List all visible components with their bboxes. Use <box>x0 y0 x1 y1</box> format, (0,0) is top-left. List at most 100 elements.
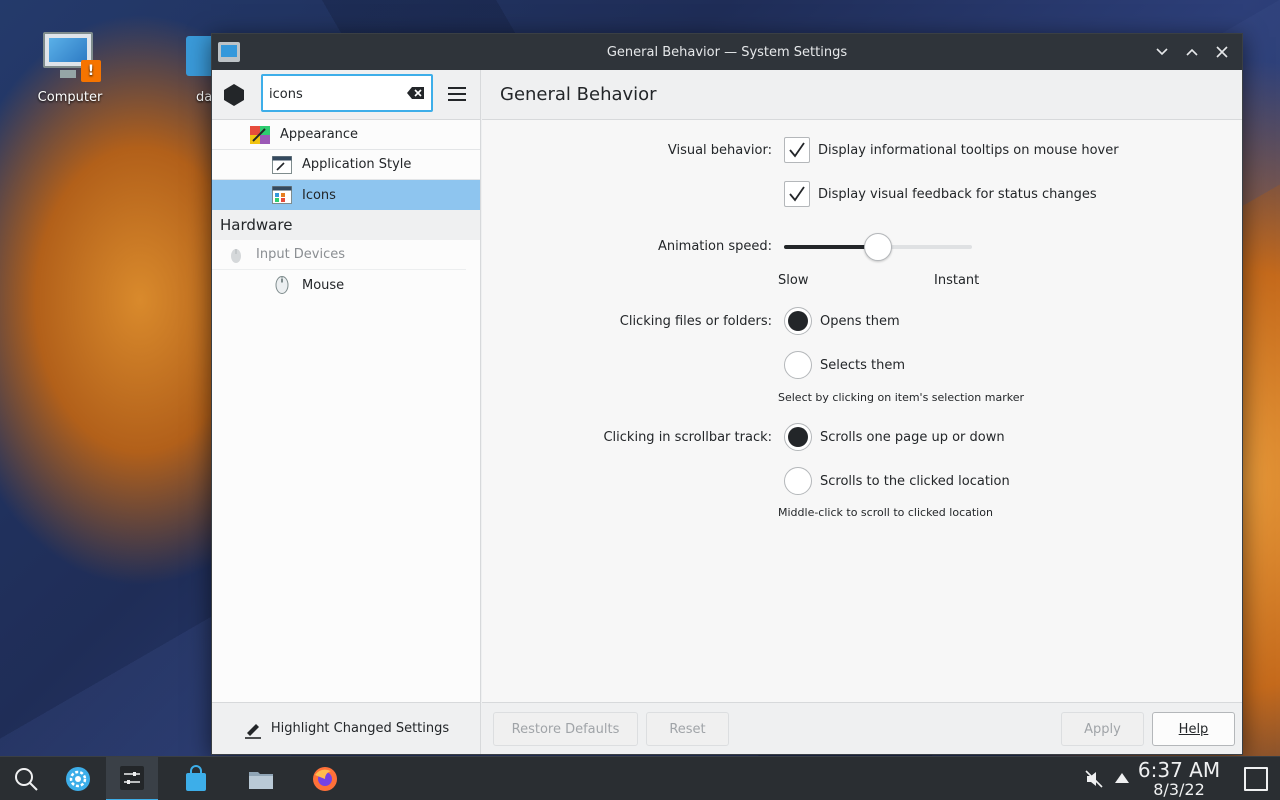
taskbar-discover[interactable] <box>170 757 222 800</box>
search-input[interactable] <box>269 85 399 103</box>
chevron-up-icon <box>1186 48 1198 56</box>
visual-behavior-label: Visual behavior: <box>667 143 772 158</box>
reset-label: Reset <box>669 721 706 737</box>
feedback-label: Display visual feedback for status chang… <box>818 186 1097 202</box>
settings-tree: Appearance Application Style Icons Hardw… <box>212 120 480 300</box>
hamburger-menu-button[interactable] <box>445 84 469 104</box>
gear-icon <box>66 767 90 791</box>
minimize-button[interactable] <box>1150 40 1174 64</box>
checkmark-icon <box>789 186 805 202</box>
opens-them-radio-row[interactable]: Opens them <box>784 307 900 335</box>
content-footer: Restore Defaults Reset Apply Help <box>482 702 1242 754</box>
category-header-hardware: Hardware <box>212 210 480 240</box>
restore-defaults-label: Restore Defaults <box>511 721 620 737</box>
tray-expand-icon[interactable] <box>1114 771 1130 785</box>
apply-label: Apply <box>1084 721 1121 737</box>
tree-item-application-style[interactable]: Application Style <box>212 150 480 180</box>
tree-item-label: Input Devices <box>256 247 346 262</box>
clock-date: 8/3/22 <box>1153 780 1205 799</box>
slider-max-label: Instant <box>934 273 980 288</box>
selects-hint: Select by clicking on item's selection m… <box>778 391 1024 404</box>
home-button[interactable] <box>222 83 246 107</box>
slider-handle[interactable] <box>864 233 892 261</box>
taskbar-dolphin[interactable] <box>235 757 287 800</box>
desktop-icon-label: Computer <box>37 90 103 105</box>
tooltips-label: Display informational tooltips on mouse … <box>818 142 1119 158</box>
chevron-down-icon <box>1156 48 1168 56</box>
maximize-button[interactable] <box>1180 40 1204 64</box>
home-hexagon-icon <box>224 84 244 106</box>
system-settings-window: General Behavior — System Settings icons… <box>211 33 1243 755</box>
scroll-click-label: Scrolls to the clicked location <box>820 473 1010 489</box>
store-bag-icon <box>186 765 206 791</box>
tree-item-input-devices[interactable]: Input Devices <box>212 240 466 270</box>
sidebar-toolbar <box>212 70 480 120</box>
tree-item-label: Application Style <box>302 157 412 172</box>
settings-sliders-icon <box>120 766 144 790</box>
page-title: General Behavior <box>482 70 1242 120</box>
selects-them-radio-row[interactable]: Selects them <box>784 351 905 379</box>
apply-button[interactable]: Apply <box>1061 712 1144 746</box>
search-launcher-button[interactable] <box>0 757 52 800</box>
slider-min-label: Slow <box>778 273 809 288</box>
computer-icon: ! <box>43 32 101 82</box>
tree-item-icons[interactable]: Icons <box>212 180 480 210</box>
window-title: General Behavior — System Settings <box>606 44 848 60</box>
scroll-click-radio[interactable] <box>784 467 812 495</box>
taskbar-system-settings[interactable] <box>106 757 158 800</box>
application-launcher-button[interactable] <box>52 757 104 800</box>
reset-button[interactable]: Reset <box>646 712 729 746</box>
content-pane: General Behavior Visual behavior: Displa… <box>482 70 1242 754</box>
general-behavior-form: Visual behavior: Display informational t… <box>482 120 1242 702</box>
system-settings-app-icon[interactable] <box>218 42 240 62</box>
opens-them-radio[interactable] <box>784 307 812 335</box>
selects-them-label: Selects them <box>820 357 906 373</box>
highlight-changed-settings-label: Highlight Changed Settings <box>270 721 450 736</box>
input-devices-icon <box>226 246 246 264</box>
highlight-changed-settings-button[interactable]: Highlight Changed Settings <box>212 702 480 754</box>
clear-search-icon[interactable] <box>407 86 425 100</box>
tree-item-label: Appearance <box>280 127 359 142</box>
search-icon <box>15 768 38 791</box>
help-button[interactable]: Help <box>1152 712 1235 746</box>
clock-time: 6:37 AM <box>1137 758 1221 782</box>
clicking-files-label: Clicking files or folders: <box>619 314 772 329</box>
scrollbar-track-label: Clicking in scrollbar track: <box>603 430 772 445</box>
scroll-page-radio-row[interactable]: Scrolls one page up or down <box>784 423 1005 451</box>
appearance-icon <box>250 125 270 144</box>
tree-item-appearance[interactable]: Appearance <box>212 120 480 150</box>
opens-them-label: Opens them <box>820 313 900 329</box>
show-desktop-button[interactable] <box>1244 767 1268 791</box>
scroll-page-label: Scrolls one page up or down <box>820 429 1005 445</box>
scroll-page-radio[interactable] <box>784 423 812 451</box>
tooltips-checkbox-row[interactable]: Display informational tooltips on mouse … <box>784 137 1119 163</box>
close-icon <box>1216 46 1228 58</box>
tree-item-mouse[interactable]: Mouse <box>212 270 480 300</box>
highlighter-icon <box>244 723 261 739</box>
restore-defaults-button[interactable]: Restore Defaults <box>493 712 638 746</box>
close-button[interactable] <box>1210 40 1234 64</box>
file-manager-icon <box>249 772 273 789</box>
feedback-checkbox[interactable] <box>784 181 810 207</box>
taskbar: 6:37 AM 8/3/22 <box>0 756 1280 800</box>
animation-speed-label: Animation speed: <box>657 239 772 254</box>
scroll-hint: Middle-click to scroll to clicked locati… <box>778 506 993 519</box>
desktop-icon-computer[interactable]: ! Computer <box>30 32 110 105</box>
tooltips-checkbox[interactable] <box>784 137 810 163</box>
search-field[interactable] <box>261 74 433 112</box>
sidebar: Appearance Application Style Icons Hardw… <box>212 70 481 754</box>
digital-clock[interactable]: 6:37 AM 8/3/22 <box>1134 759 1224 799</box>
application-style-icon <box>272 155 292 174</box>
scroll-click-radio-row[interactable]: Scrolls to the clicked location <box>784 467 1010 495</box>
titlebar[interactable]: General Behavior — System Settings <box>212 34 1242 70</box>
tree-item-label: Icons <box>302 187 336 203</box>
animation-speed-slider[interactable] <box>784 233 972 261</box>
selects-them-radio[interactable] <box>784 351 812 379</box>
tree-item-label: Mouse <box>302 277 345 293</box>
help-label: Help <box>1178 721 1209 737</box>
firefox-icon <box>313 767 337 791</box>
feedback-checkbox-row[interactable]: Display visual feedback for status chang… <box>784 181 1097 207</box>
volume-muted-icon[interactable] <box>1084 769 1104 789</box>
mouse-icon <box>272 276 292 294</box>
taskbar-firefox[interactable] <box>299 757 351 800</box>
